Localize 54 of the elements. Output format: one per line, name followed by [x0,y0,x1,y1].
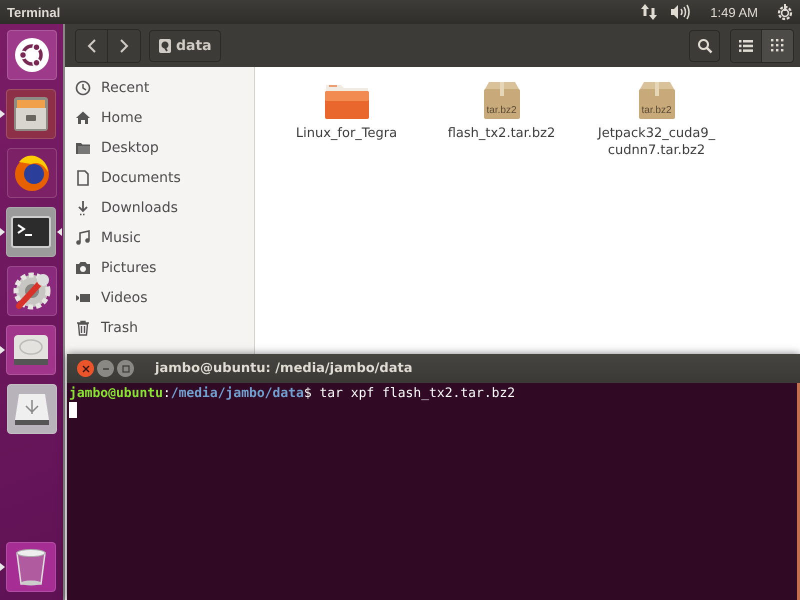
wrench-gear-icon [11,270,53,312]
back-button[interactable] [76,30,108,62]
camera-icon [75,260,91,276]
drive-icon [158,38,172,54]
document-icon [75,170,91,186]
launcher-item[interactable] [7,30,57,80]
sidebar-item[interactable]: Trash [65,313,254,343]
close-icon [82,364,90,372]
launcher-item[interactable] [6,325,56,375]
file-type-label: tar.bz2 [485,105,518,116]
search-button[interactable] [689,30,720,62]
launcher-item[interactable] [6,542,56,592]
power-icon[interactable] [776,3,794,21]
file-name: flash_tx2.tar.bz2 [448,125,556,142]
file-name: Linux_for_Tegra [296,125,398,142]
list-icon [739,40,753,52]
list-view-button[interactable] [731,30,762,62]
volume-icon[interactable] [670,4,692,20]
back-icon [86,38,96,52]
window-title: jambo@ubuntu: /media/jambo/data [155,361,412,376]
prompt-line: jambo@ubuntu:/media/jambo/data$ tar xpf flash_tx2.tar.bz2 [69,386,516,402]
launcher-item[interactable] [7,148,57,198]
grid-view-button[interactable] [762,30,793,62]
close-button[interactable] [77,360,94,377]
terminal-area[interactable]: jambo@ubuntu:/media/jambo/data$ tar xpf flash_tx2.tar.bz2 [67,383,800,600]
launcher-item[interactable] [7,266,57,316]
path-button[interactable]: data [149,30,221,62]
file-type-label: tar.bz2 [640,105,673,116]
app-title: Terminal [7,4,60,20]
sidebar-item[interactable]: Recent [65,73,254,103]
sidebar-item[interactable]: Pictures [65,253,254,283]
clock[interactable]: 1:49 AM [710,4,758,20]
sidebar-item[interactable]: Downloads [65,193,254,223]
clock-icon [75,80,91,96]
launcher-item[interactable] [6,207,56,257]
file-name: Jetpack32_cuda9_ cudnn7.tar.bz2 [598,125,716,159]
grid-icon [771,39,784,52]
search-icon [696,38,712,54]
launcher-item[interactable] [7,384,57,434]
sidebar-item[interactable]: Desktop [65,133,254,163]
maximize-icon [122,364,130,372]
folder-icon [75,140,91,156]
forward-icon [119,38,129,52]
trash-icon [75,320,91,336]
network-icon[interactable] [640,3,658,21]
launcher-item[interactable] [6,89,56,139]
sidebar-item[interactable]: Home [65,103,254,133]
sidebar-item[interactable]: Documents [65,163,254,193]
sidebar-item[interactable]: Videos [65,283,254,313]
music-icon [75,230,91,246]
maximize-button[interactable] [117,360,134,377]
minimize-button[interactable] [97,360,114,377]
sidebar-item[interactable]: Music [65,223,254,253]
home-icon [75,110,91,126]
